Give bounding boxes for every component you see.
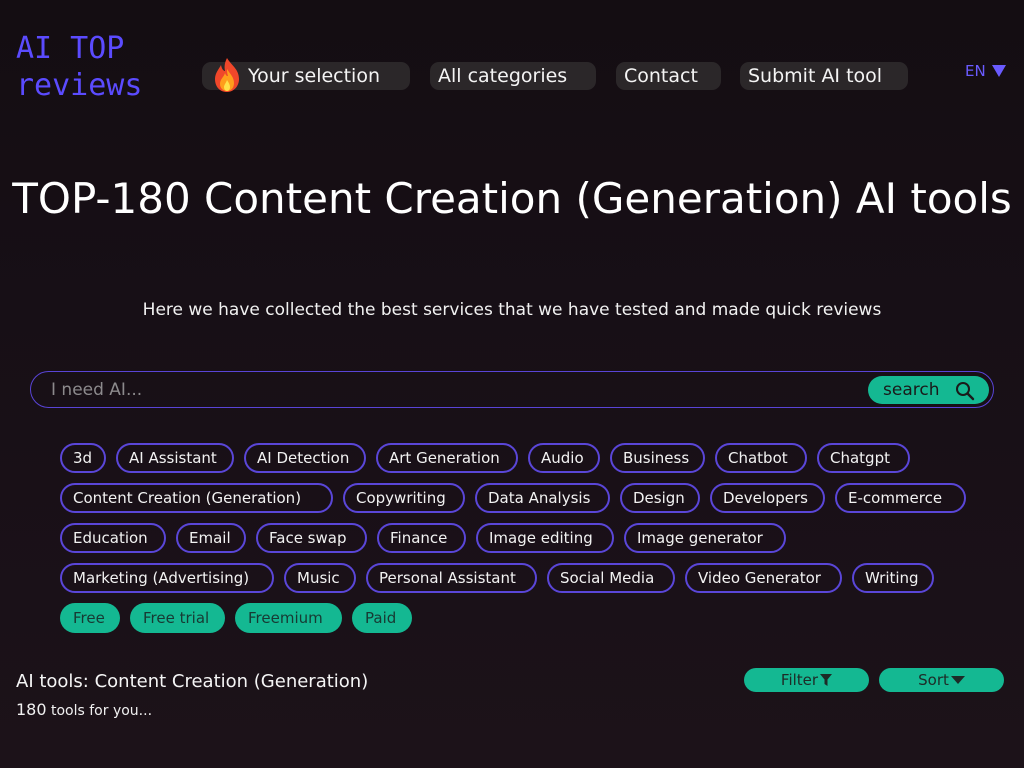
search-button-label: search [883,380,940,400]
tag-education[interactable]: Education [60,523,166,553]
tag-label: Developers [723,489,808,507]
nav-all-categories-label: All categories [438,65,568,87]
tag-image-editing[interactable]: Image editing [476,523,614,553]
logo-line-2: reviews [16,68,143,103]
tag-label: Music [297,569,340,587]
filter-button-label: Filter [780,671,819,689]
page-subtitle: Here we have collected the best services… [142,300,882,320]
tag-label: Copywriting [356,489,446,507]
tag-label: Image generator [637,529,763,547]
tag-ai-detection[interactable]: AI Detection [244,443,366,473]
nav-contact[interactable]: Contact [616,62,721,90]
tag-label: Content Creation (Generation) [73,489,302,507]
tag-3d[interactable]: 3d [60,443,106,473]
tag-label: Finance [390,529,448,547]
tag-chatbot[interactable]: Chatbot [715,443,807,473]
tag-label: Audio [541,449,584,467]
tag-label: Writing [865,569,919,587]
nav-contact-label: Contact [624,65,698,87]
language-label: EN [965,62,986,80]
tag-label: Video Generator [698,569,821,587]
site-logo[interactable]: AI TOP reviews [16,30,142,104]
tag-email[interactable]: Email [176,523,246,553]
tag-label: E-commerce [848,489,943,507]
logo-line-1: AI TOP [16,31,125,66]
filter-button[interactable]: Filter [744,668,869,692]
search-icon [956,382,975,401]
tag-label: Image editing [489,529,593,547]
nav-all-categories[interactable]: All categories [430,62,596,90]
search-input[interactable] [51,378,851,402]
tag-business[interactable]: Business [610,443,705,473]
tag-label: Chatgpt [830,449,890,467]
tag-e-commerce[interactable]: E-commerce [835,483,966,513]
tag-finance[interactable]: Finance [377,523,466,553]
tag-label: Face swap [269,529,347,547]
price-label: Freemium [248,609,323,627]
price-label: Free trial [143,609,210,627]
results-count-number: 180 [16,700,47,719]
tag-data-analysis[interactable]: Data Analysis [475,483,610,513]
tag-label: Social Media [560,569,655,587]
search-button[interactable]: search [868,376,989,404]
results-count-suffix: tools for you... [46,703,153,719]
tag-label: AI Assistant [129,449,217,467]
sort-button[interactable]: Sort [879,668,1004,692]
tag-label: Education [73,529,148,547]
tag-personal-assistant[interactable]: Personal Assistant [366,563,537,593]
tag-writing[interactable]: Writing [852,563,934,593]
tag-social-media[interactable]: Social Media [547,563,675,593]
results-count: 180 tools for you... [16,700,152,721]
tag-audio[interactable]: Audio [528,443,600,473]
tag-content-creation[interactable]: Content Creation (Generation) [60,483,333,513]
search-bar: search [30,371,994,408]
tag-music[interactable]: Music [284,563,356,593]
fire-icon [215,58,239,92]
tag-label: Business [623,449,690,467]
tag-design[interactable]: Design [620,483,700,513]
page-title: TOP-180 Content Creation (Generation) AI… [12,174,1012,223]
tag-marketing[interactable]: Marketing (Advertising) [60,563,274,593]
funnel-icon [820,674,833,686]
tag-art-generation[interactable]: Art Generation [376,443,518,473]
tag-label: Marketing (Advertising) [73,569,250,587]
tag-copywriting[interactable]: Copywriting [343,483,465,513]
nav-submit-label: Submit AI tool [748,65,883,87]
price-label: Free [73,609,105,627]
tag-video-generator[interactable]: Video Generator [685,563,842,593]
caret-down-icon [950,676,965,684]
tag-label: 3d [73,449,93,467]
tag-label: Design [633,489,685,507]
tag-label: AI Detection [257,449,350,467]
tag-ai-assistant[interactable]: AI Assistant [116,443,234,473]
price-label: Paid [365,609,397,627]
price-freemium[interactable]: Freemium [235,603,342,633]
nav-your-selection-label: Your selection [248,65,380,87]
results-title: AI tools: Content Creation (Generation) [16,671,369,692]
tag-label: Email [189,529,231,547]
price-free-trial[interactable]: Free trial [130,603,225,633]
language-selector[interactable]: EN [965,60,1006,82]
price-paid[interactable]: Paid [352,603,412,633]
nav-submit-ai-tool[interactable]: Submit AI tool [740,62,908,90]
tag-face-swap[interactable]: Face swap [256,523,367,553]
tag-label: Chatbot [728,449,788,467]
tag-developers[interactable]: Developers [710,483,825,513]
tag-label: Personal Assistant [379,569,516,587]
tag-label: Art Generation [389,449,500,467]
sort-button-label: Sort [918,671,949,689]
tag-image-generator[interactable]: Image generator [624,523,786,553]
caret-down-icon [991,65,1006,77]
tag-chatgpt[interactable]: Chatgpt [817,443,910,473]
price-free[interactable]: Free [60,603,120,633]
tag-label: Data Analysis [488,489,591,507]
nav-your-selection[interactable]: Your selection [202,58,410,92]
